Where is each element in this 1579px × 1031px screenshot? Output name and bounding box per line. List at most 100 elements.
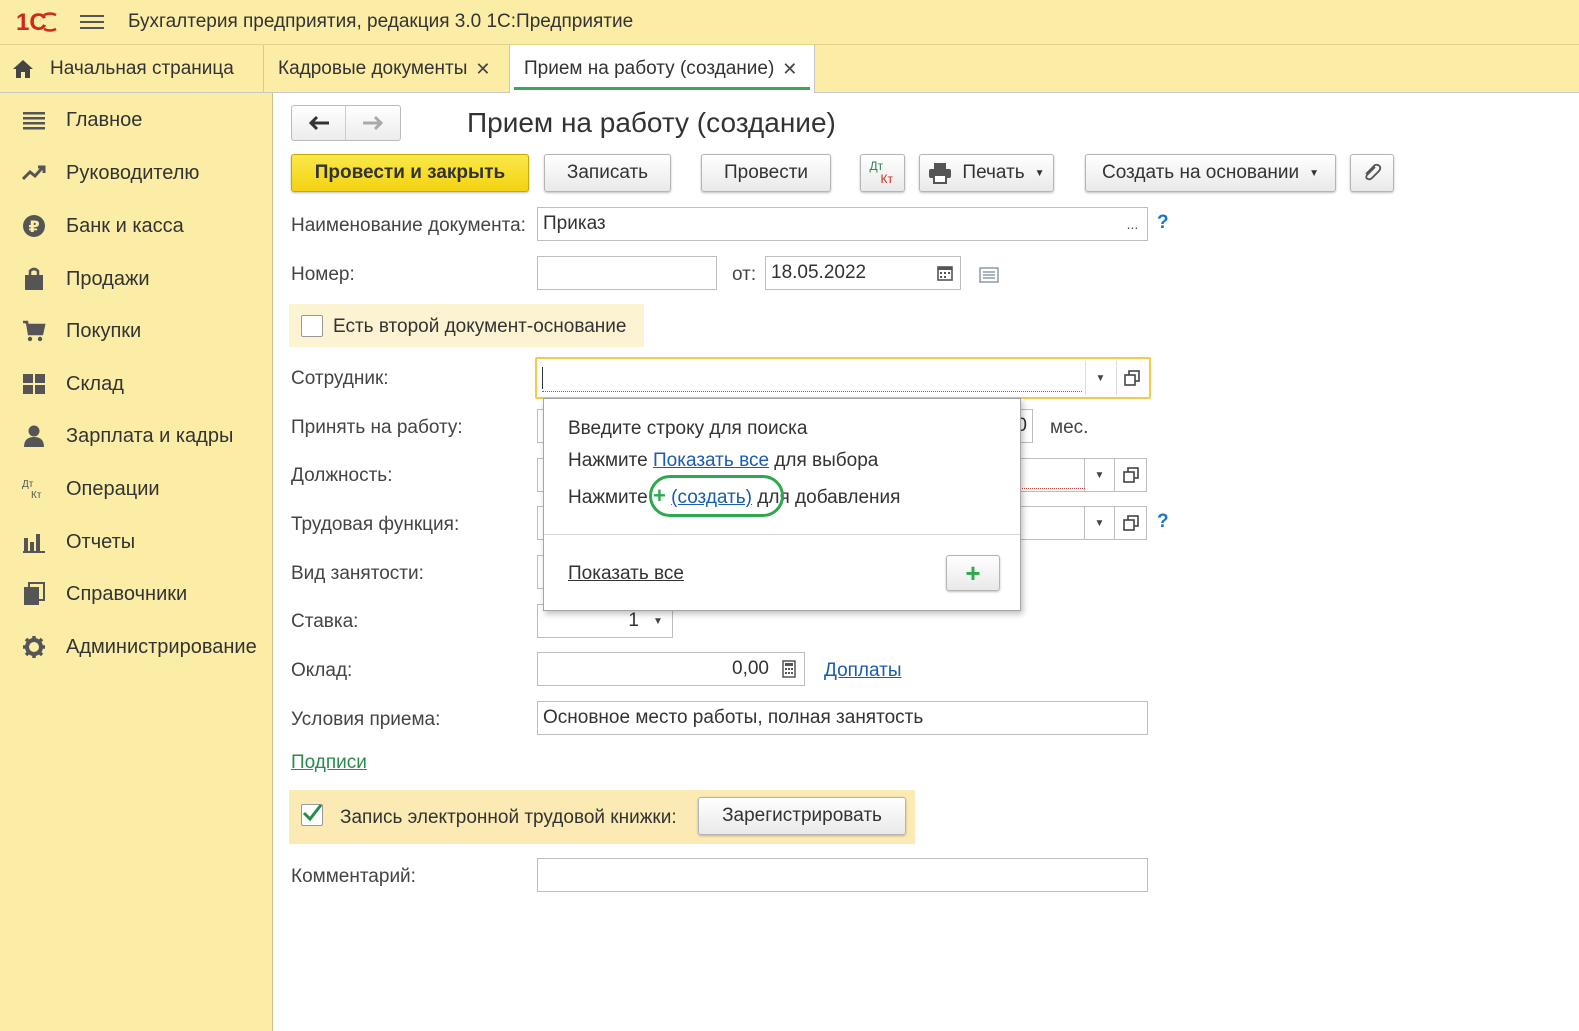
position-open-button[interactable] [1115, 458, 1147, 492]
help-icon[interactable]: ? [1157, 511, 1169, 533]
tab-label: Начальная страница [50, 58, 234, 79]
main-menu-icon[interactable] [80, 12, 104, 32]
calendar-button[interactable] [930, 256, 961, 290]
arrow-right-icon [363, 115, 384, 131]
history-nav [291, 105, 401, 141]
position-dropdown-button[interactable]: ▼ [1085, 458, 1115, 492]
cart-icon [23, 320, 46, 342]
create-new-button[interactable]: + [946, 555, 1000, 591]
required-underline [1019, 488, 1085, 489]
create-based-on-button[interactable]: Создать на основании ▼ [1085, 154, 1336, 192]
conditions-label: Условия приема: [291, 709, 441, 730]
calculator-button[interactable] [774, 652, 805, 686]
sidebar-item-reports[interactable]: Отчеты [0, 520, 273, 564]
second-doc-checkbox[interactable] [301, 315, 323, 337]
dt-kt-icon: ДтКт [22, 479, 42, 501]
popup-hint-search: Введите строку для поиска [568, 418, 808, 439]
caret-down-icon: ▼ [1095, 372, 1106, 384]
salary-field[interactable]: 0,00 [537, 652, 775, 686]
sidebar-item-label: Операции [66, 477, 160, 500]
back-button[interactable] [292, 106, 347, 140]
close-icon[interactable]: ✕ [782, 59, 797, 80]
tab-hr-documents[interactable]: Кадровые документы ✕ [264, 45, 510, 93]
sidebar-item-warehouse[interactable]: Склад [0, 362, 273, 406]
electronic-book-checkbox[interactable] [301, 804, 323, 826]
print-label: Печать [962, 162, 1025, 183]
document-note-icon[interactable] [979, 267, 999, 283]
labor-function-open-button[interactable] [1115, 506, 1147, 540]
allowances-link[interactable]: Доплаты [824, 660, 902, 682]
title-bar: 1С Бухгалтерия предприятия, редакция 3.0… [0, 0, 1579, 45]
svg-text:1С: 1С [16, 9, 47, 35]
second-doc-label: Есть второй документ-основание [333, 316, 627, 337]
forward-button[interactable] [346, 106, 400, 140]
person-icon [24, 425, 44, 447]
home-icon [13, 60, 33, 78]
signatures-link[interactable]: Подписи [291, 752, 367, 774]
sidebar-item-main[interactable]: Главное [0, 98, 273, 142]
comment-field[interactable] [537, 858, 1148, 892]
employee-open-button[interactable] [1116, 361, 1147, 395]
sidebar-item-administration[interactable]: Администрирование [0, 625, 273, 669]
post-button[interactable]: Провести [701, 154, 831, 192]
choose-button[interactable]: ... [1118, 207, 1148, 241]
months-label: мес. [1050, 417, 1089, 438]
popup-text: Нажмите [568, 487, 648, 508]
post-and-close-button[interactable]: Провести и закрыть [291, 154, 529, 192]
labor-function-dropdown-button[interactable]: ▼ [1085, 506, 1115, 540]
sidebar-item-purchases[interactable]: Покупки [0, 309, 273, 353]
checkmark-icon [302, 804, 323, 822]
register-button[interactable]: Зарегистрировать [698, 797, 906, 835]
help-icon[interactable]: ? [1157, 212, 1169, 234]
sidebar-item-salary-hr[interactable]: Зарплата и кадры [0, 414, 273, 458]
comment-label: Комментарий: [291, 866, 416, 887]
popup-hint-show-all: Нажмите Показать все для выбора [568, 450, 878, 472]
tab-label: Прием на работу (создание) [524, 58, 775, 79]
date-label: от: [732, 264, 757, 285]
salary-label: Оклад: [291, 660, 353, 681]
1c-logo: 1С [16, 9, 57, 35]
hire-label: Принять на работу: [291, 417, 463, 438]
warehouse-icon [23, 374, 45, 394]
create-based-label: Создать на основании [1101, 162, 1300, 183]
employee-dropdown-button[interactable]: ▼ [1085, 361, 1115, 395]
sidebar-item-label: Склад [66, 372, 124, 395]
open-window-icon [1122, 515, 1139, 531]
trend-icon [22, 165, 46, 181]
svg-text:Кт: Кт [31, 490, 42, 501]
sidebar: Главное Руководителю ₽ Банк и касса Прод… [0, 93, 273, 1031]
number-field[interactable] [537, 256, 717, 290]
conditions-field[interactable]: Основное место работы, полная занятость [537, 701, 1148, 735]
tab-home[interactable]: Начальная страница [0, 45, 264, 93]
sidebar-item-manager[interactable]: Руководителю [0, 151, 273, 195]
sidebar-item-references[interactable]: Справочники [0, 572, 273, 616]
save-button[interactable]: Записать [544, 154, 671, 192]
dt-label: Дт [869, 159, 884, 173]
sidebar-item-label: Отчеты [66, 530, 136, 553]
employee-field[interactable] [539, 361, 1086, 395]
popup-text: для выбора [774, 450, 879, 471]
rate-value: 1 [628, 610, 639, 631]
tab-hire-document[interactable]: Прием на работу (создание) ✕ [510, 45, 815, 93]
dt-kt-button[interactable]: Дт Кт [860, 154, 905, 192]
position-label: Должность: [291, 465, 393, 486]
open-window-icon [1122, 467, 1139, 483]
svg-text:Дт: Дт [22, 479, 34, 490]
show-all-link[interactable]: Показать все [568, 563, 684, 585]
page-title: Прием на работу (создание) [467, 107, 836, 138]
sidebar-item-operations[interactable]: Дт Кт Операции [0, 467, 273, 511]
tab-bar: Начальная страница Кадровые документы ✕ … [0, 45, 1579, 93]
date-field[interactable]: 18.05.2022 [765, 256, 931, 290]
show-all-inline-link[interactable]: Показать все [653, 450, 769, 471]
sidebar-item-bank[interactable]: ₽ Банк и касса [0, 204, 273, 248]
close-icon[interactable]: ✕ [475, 59, 490, 80]
plus-icon: + [965, 557, 981, 588]
popup-divider [544, 534, 1020, 535]
sidebar-item-label: Администрирование [66, 635, 257, 658]
print-button[interactable]: Печать ▼ [919, 154, 1054, 192]
doc-name-field[interactable]: Приказ [537, 207, 1119, 241]
sidebar-item-sales[interactable]: Продажи [0, 257, 273, 301]
attachments-button[interactable] [1350, 154, 1394, 192]
calculator-icon [782, 660, 796, 678]
sidebar-item-label: Зарплата и кадры [66, 424, 234, 447]
